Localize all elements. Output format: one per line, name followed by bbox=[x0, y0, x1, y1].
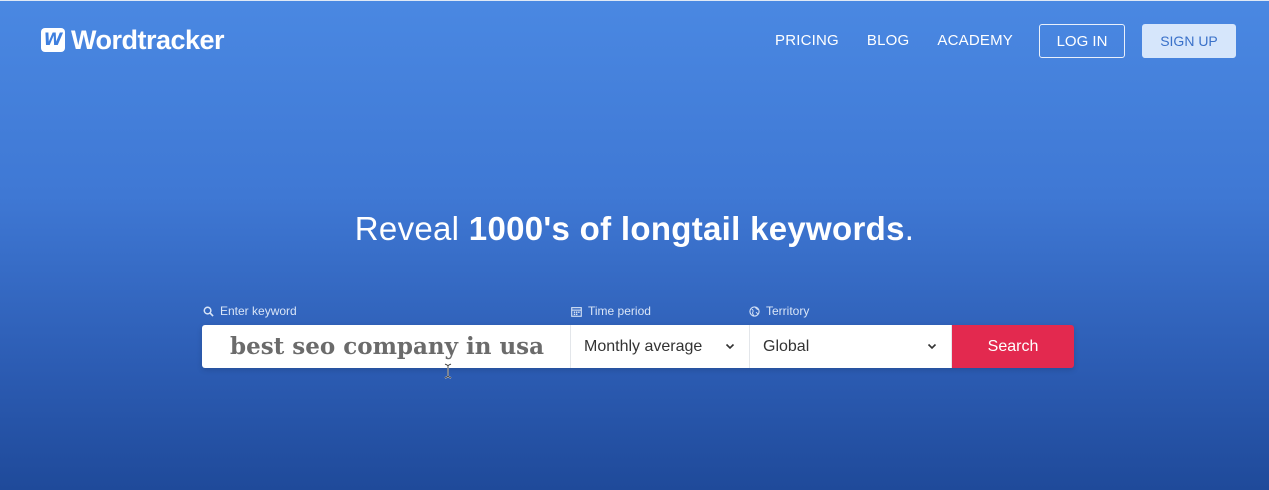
wordtracker-logo[interactable]: W Wordtracker bbox=[41, 24, 225, 55]
signup-button[interactable]: SIGN UP bbox=[1142, 24, 1236, 58]
chevron-down-icon bbox=[725, 343, 735, 350]
calendar-icon bbox=[571, 306, 582, 317]
logo-mark-icon: W bbox=[41, 28, 65, 52]
hero-title: Reveal 1000's of longtail keywords. bbox=[0, 210, 1269, 248]
time-period-label: Time period bbox=[571, 304, 651, 318]
keyword-input[interactable] bbox=[202, 325, 571, 368]
time-period-label-text: Time period bbox=[588, 304, 651, 318]
territory-label: Territory bbox=[749, 304, 809, 318]
hero-title-bold: 1000's of longtail keywords bbox=[468, 210, 905, 247]
keyword-label-text: Enter keyword bbox=[220, 304, 297, 318]
territory-value: Global bbox=[763, 337, 810, 355]
main-nav: PRICING BLOG ACADEMY LOG IN SIGN UP bbox=[775, 24, 1236, 58]
globe-icon bbox=[749, 305, 760, 317]
text-cursor-icon bbox=[444, 363, 452, 379]
nav-pricing-link[interactable]: PRICING bbox=[775, 24, 839, 58]
time-period-select[interactable]: Monthly average bbox=[571, 325, 750, 368]
logo-text: Wordtracker bbox=[71, 24, 225, 55]
hero-title-light: Reveal bbox=[354, 210, 469, 247]
login-button[interactable]: LOG IN bbox=[1039, 24, 1125, 58]
keyword-label: Enter keyword bbox=[203, 304, 297, 318]
territory-select[interactable]: Global bbox=[750, 325, 952, 368]
keyword-search-form: Monthly average Global Search bbox=[202, 325, 1074, 368]
top-border bbox=[0, 0, 1269, 1]
search-button[interactable]: Search bbox=[952, 325, 1074, 368]
time-period-value: Monthly average bbox=[584, 337, 703, 355]
hero-title-end: . bbox=[904, 210, 915, 247]
nav-academy-link[interactable]: ACADEMY bbox=[937, 24, 1013, 58]
nav-blog-link[interactable]: BLOG bbox=[867, 24, 909, 58]
chevron-down-icon bbox=[927, 343, 937, 350]
territory-label-text: Territory bbox=[766, 304, 810, 318]
search-icon bbox=[203, 306, 214, 317]
